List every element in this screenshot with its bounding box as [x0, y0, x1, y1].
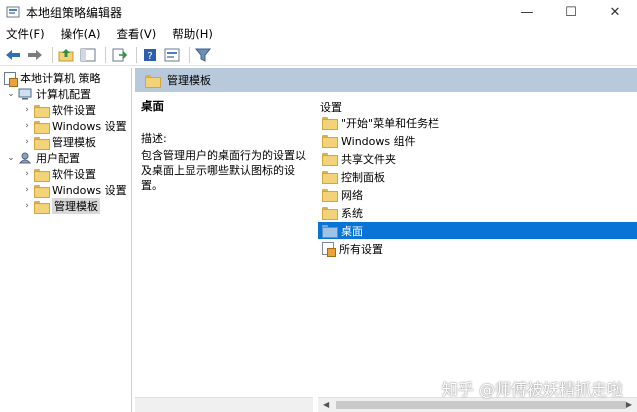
toolbar: ? [0, 44, 637, 66]
up-folder-icon[interactable] [57, 46, 75, 64]
folder-icon [322, 171, 338, 184]
description-text: 包含管理用户的桌面行为的设置以及桌面上显示哪些默认图标的设置。 [141, 149, 306, 192]
scroll-right-arrow-icon[interactable]: ▶ [626, 400, 632, 409]
tree-item-user-config[interactable]: ⌄ 用户配置 [6, 150, 80, 166]
chevron-right-icon[interactable]: › [22, 185, 32, 195]
toolbar-separator [52, 46, 53, 63]
chevron-right-icon[interactable]: › [22, 137, 32, 147]
tree-item-user-windows-settings[interactable]: › Windows 设置 [22, 182, 127, 198]
help-icon[interactable]: ? [141, 46, 159, 64]
list-item-shared-folders[interactable]: 共享文件夹 [318, 150, 637, 167]
menu-action[interactable]: 操作(A) [61, 26, 101, 42]
toolbar-separator [189, 46, 190, 63]
folder-icon [322, 225, 338, 238]
content-header-title: 管理模板 [167, 74, 211, 87]
folder-icon [145, 74, 161, 88]
tree-item-user-admin-templates[interactable]: › 管理模板 [22, 198, 100, 214]
content-pane: 管理模板 桌面 描述: 包含管理用户的桌面行为的设置以及桌面上显示哪些默认图标的… [135, 68, 637, 412]
toolbar-separator [105, 46, 106, 63]
filter-icon[interactable] [194, 46, 212, 64]
folder-icon [34, 200, 50, 214]
folder-icon [34, 184, 50, 198]
tree-item-user-software-settings[interactable]: › 软件设置 [22, 166, 96, 182]
watermark-text: 知乎 @师傅被妖精抓走啦 [441, 380, 623, 399]
chevron-right-icon[interactable]: › [22, 169, 32, 179]
folder-icon [34, 136, 50, 150]
tree-item-computer-admin-templates[interactable]: › 管理模板 [22, 134, 96, 150]
menu-file[interactable]: 文件(F) [6, 26, 45, 42]
policy-tree: 本地计算机 策略 ⌄ 计算机配置 › 软件设置 › Windows 设置 › 管… [0, 68, 132, 412]
column-header-settings[interactable]: 设置 [320, 99, 342, 115]
tree-item-local-computer-policy[interactable]: 本地计算机 策略 [4, 70, 101, 87]
user-icon [18, 152, 32, 164]
chevron-right-icon[interactable]: › [22, 201, 32, 211]
settings-list: 设置 "开始"菜单和任务栏 Windows 组件 共享文件夹 控制面板 网络 系… [318, 92, 637, 397]
description-label: 描述: [141, 132, 167, 145]
folder-icon [34, 104, 50, 118]
tree-item-computer-software-settings[interactable]: › 软件设置 [22, 102, 96, 118]
show-tree-icon[interactable] [79, 46, 97, 64]
chevron-down-icon[interactable]: ⌄ [6, 89, 16, 99]
scrollbar-thumb[interactable] [336, 401, 626, 409]
forward-arrow-icon[interactable] [26, 46, 44, 64]
menu-view[interactable]: 查看(V) [116, 26, 156, 42]
list-item-start-menu[interactable]: "开始"菜单和任务栏 [318, 114, 637, 131]
window-title: 本地组策略编辑器 [26, 5, 123, 20]
menu-bar: 文件(F) 操作(A) 查看(V) 帮助(H) [0, 24, 637, 44]
folder-icon [322, 189, 338, 202]
policy-document-icon [4, 71, 18, 87]
chevron-right-icon[interactable]: › [22, 105, 32, 115]
toolbar-separator [136, 46, 137, 63]
menu-help[interactable]: 帮助(H) [172, 26, 213, 42]
list-item-system[interactable]: 系统 [318, 204, 637, 221]
folder-icon [34, 168, 50, 182]
all-settings-icon [322, 242, 336, 257]
svg-text:?: ? [147, 51, 152, 62]
chevron-down-icon[interactable]: ⌄ [6, 153, 16, 163]
scroll-left-arrow-icon[interactable]: ◀ [323, 400, 329, 409]
description-pane: 桌面 描述: 包含管理用户的桌面行为的设置以及桌面上显示哪些默认图标的设置。 [135, 92, 313, 397]
list-item-desktop[interactable]: 桌面 [318, 222, 637, 239]
folder-icon [322, 135, 338, 148]
folder-icon [322, 117, 338, 130]
properties-icon[interactable] [163, 46, 181, 64]
folder-icon [322, 153, 338, 166]
back-arrow-icon[interactable] [4, 46, 22, 64]
group-policy-app-icon [6, 5, 20, 19]
description-title: 桌面 [141, 99, 164, 113]
list-item-control-panel[interactable]: 控制面板 [318, 168, 637, 185]
folder-icon [34, 120, 50, 134]
maximize-button[interactable]: ☐ [549, 0, 593, 24]
title-bar: 本地组策略编辑器 — ☐ ✕ [0, 0, 637, 24]
list-item-network[interactable]: 网络 [318, 186, 637, 203]
folder-icon [322, 207, 338, 220]
minimize-button[interactable]: — [505, 0, 549, 24]
tree-item-computer-windows-settings[interactable]: › Windows 设置 [22, 118, 127, 134]
list-item-windows-components[interactable]: Windows 组件 [318, 132, 637, 149]
chevron-right-icon[interactable]: › [22, 121, 32, 131]
close-button[interactable]: ✕ [593, 0, 637, 24]
computer-icon [18, 88, 32, 100]
description-footer [135, 397, 313, 412]
tree-item-computer-config[interactable]: ⌄ 计算机配置 [6, 86, 91, 102]
list-item-all-settings[interactable]: 所有设置 [318, 240, 637, 257]
content-header: 管理模板 [135, 68, 637, 92]
export-list-icon[interactable] [110, 46, 128, 64]
